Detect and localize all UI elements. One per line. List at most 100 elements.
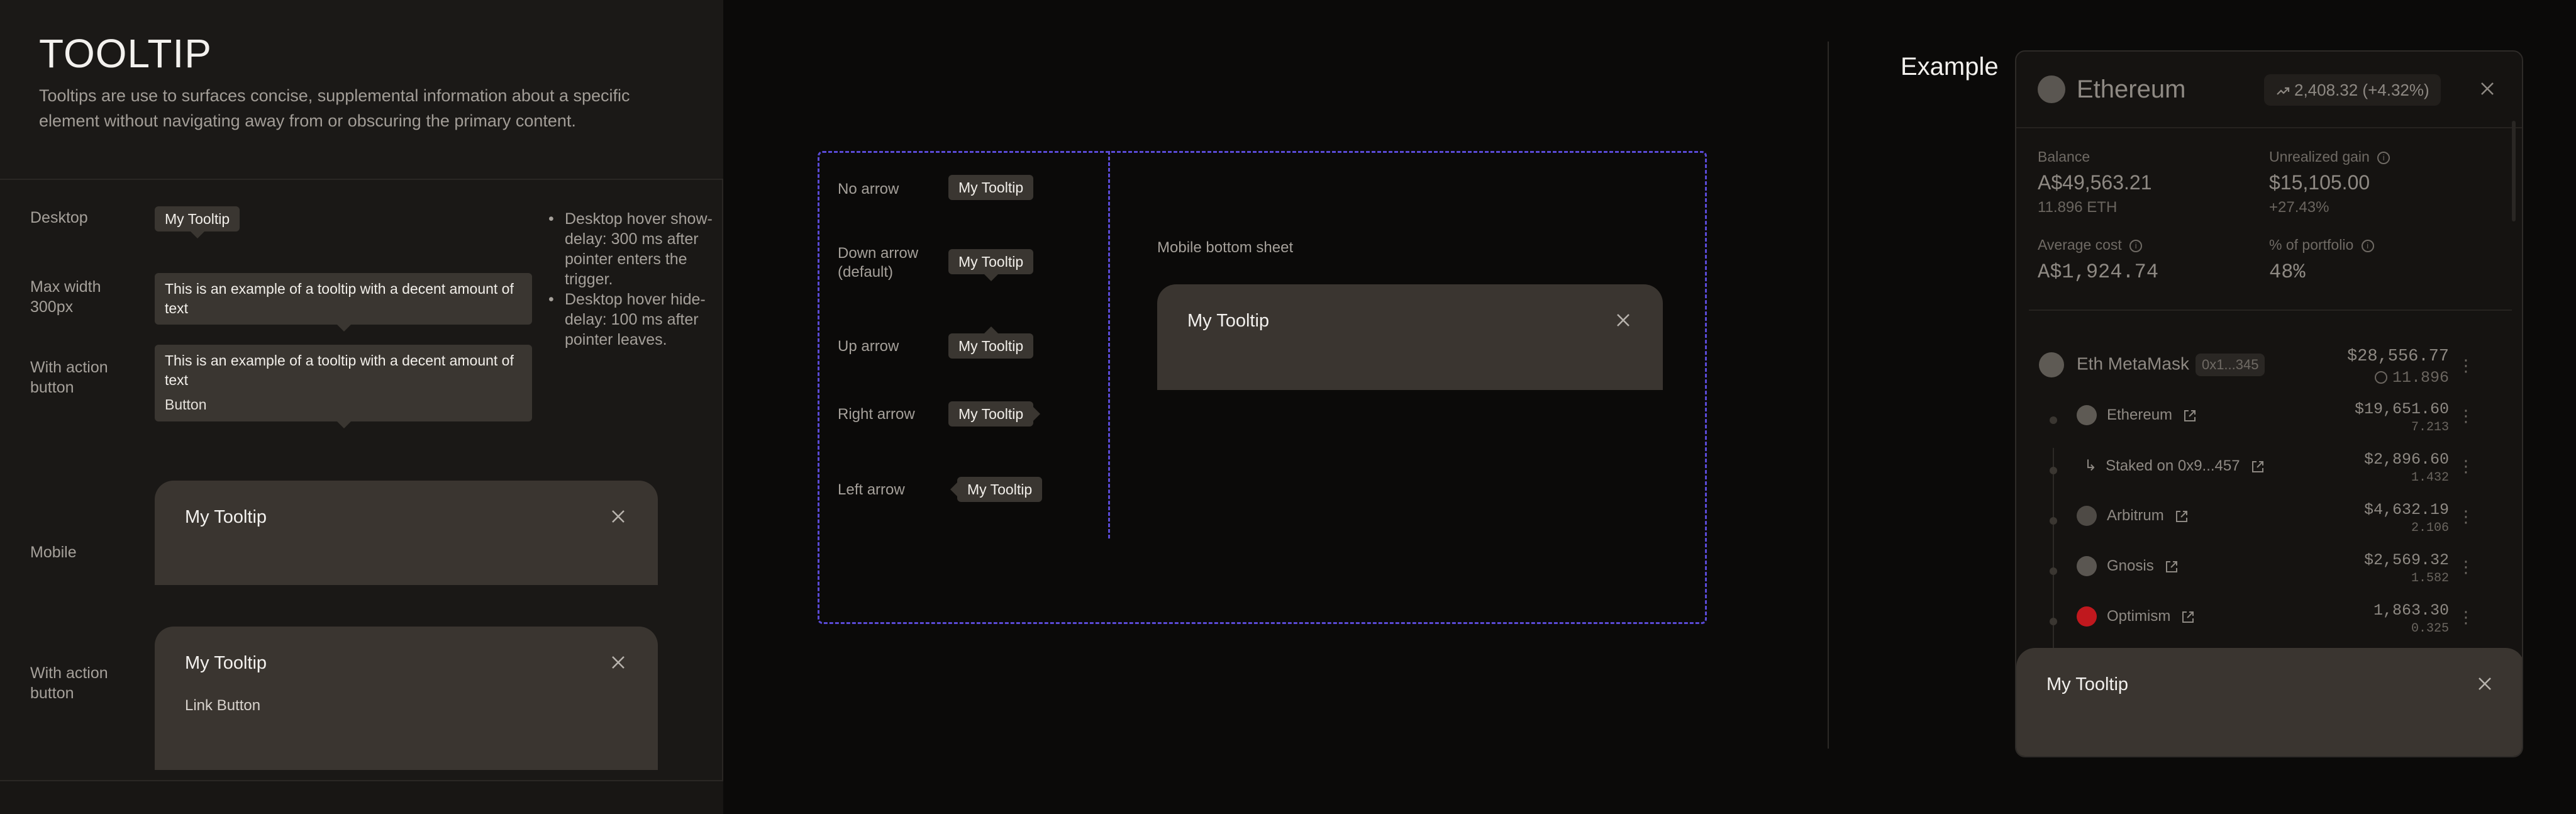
section-divider [1828, 42, 1829, 749]
action-tooltip-text: This is an example of a tooltip with a d… [165, 352, 514, 388]
price-change: 2,408.32 (+4.32%) [2294, 81, 2429, 99]
chain-value: $4,632.19 [2363, 501, 2449, 519]
scrollbar[interactable] [2512, 121, 2516, 221]
portfolio-value: 48% [2269, 260, 2306, 284]
chain-name: Optimism [2107, 608, 2196, 625]
close-icon[interactable] [609, 653, 628, 672]
portfolio-label: % of portfolio i [2269, 237, 2374, 254]
wallet-value: $28,556.77 [2346, 347, 2449, 366]
tree-dot [2050, 567, 2057, 575]
action-tooltip: This is an example of a tooltip with a d… [155, 345, 532, 428]
metamask-icon [2039, 352, 2064, 377]
ethereum-icon [2038, 75, 2065, 103]
tree-dot [2050, 467, 2057, 474]
asset-title: Ethereum [2077, 75, 2186, 103]
row-label-mobile: Mobile [30, 544, 77, 561]
more-icon[interactable]: ⋮ [2458, 356, 2474, 376]
desktop-tooltip: My Tooltip [155, 206, 240, 238]
balance-value: A$49,563.21 [2038, 171, 2152, 194]
tree-dot [2050, 517, 2057, 525]
tooltip-down-arrow: My Tooltip [948, 249, 1034, 281]
external-link-icon [2251, 460, 2263, 472]
more-icon[interactable]: ⋮ [2458, 557, 2474, 577]
chain-name: Gnosis [2107, 557, 2179, 575]
chain-value: 1,863.30 [2373, 601, 2449, 620]
avg-cost-label: Average cost i [2038, 237, 2143, 254]
chain-row[interactable]: ↳ Staked on 0x9...457 $2,896.60 1.432 ⋮ [2016, 448, 2522, 492]
chain-sub: 7.213 [2411, 420, 2449, 435]
more-icon[interactable]: ⋮ [2458, 406, 2474, 426]
tooltip-action-button[interactable]: Button [165, 395, 522, 415]
label-right-arrow: Right arrow [838, 406, 915, 423]
chain-value: $19,651.60 [2354, 400, 2449, 418]
clock-icon [2374, 371, 2387, 384]
info-icon: i [2361, 239, 2374, 252]
balance-label: Balance [2038, 148, 2090, 165]
price-change-badge: 2,408.32 (+4.32%) [2264, 74, 2441, 106]
unrealized-label: Unrealized gain i [2269, 148, 2390, 165]
row-label-max-width: Max width 300px [30, 278, 101, 316]
chain-row[interactable]: Arbitrum $4,632.19 2.106 ⋮ [2016, 498, 2522, 542]
external-link-icon [2182, 611, 2194, 623]
sheet-title: My Tooltip [2046, 674, 2129, 694]
chain-value: $2,569.32 [2363, 551, 2449, 569]
chain-row[interactable]: Gnosis $2,569.32 1.582 ⋮ [2016, 549, 2522, 593]
wallet-address: 0x1...345 [2195, 354, 2265, 376]
chain-sub: 0.325 [2411, 622, 2449, 636]
wallet-row[interactable]: Eth MetaMask 0x1...345 $28,556.77 11.896 … [2016, 346, 2522, 390]
trend-up-icon [2277, 87, 2290, 95]
delay-notes: Desktop hover show-delay: 300 ms after p… [546, 209, 716, 350]
example-bottom-sheet: My Tooltip [2016, 648, 2522, 756]
close-icon[interactable] [609, 507, 628, 526]
link-button[interactable]: Link Button [185, 697, 260, 715]
close-icon[interactable] [2478, 79, 2497, 98]
arbitrum-icon [2077, 506, 2097, 526]
tooltip-no-arrow: My Tooltip [948, 175, 1034, 200]
more-icon[interactable]: ⋮ [2458, 608, 2474, 627]
tooltip-up-arrow: My Tooltip [948, 326, 1034, 359]
chain-name: Ethereum [2107, 406, 2197, 424]
chain-row[interactable]: Optimism 1,863.30 0.325 ⋮ [2016, 599, 2522, 643]
info-icon: i [2377, 151, 2390, 164]
label-no-arrow: No arrow [838, 181, 899, 198]
ethereum-chain-icon [2077, 405, 2097, 425]
chain-sub: 1.432 [2411, 471, 2449, 485]
external-link-icon [2184, 410, 2196, 421]
chain-name: Arbitrum [2107, 507, 2189, 525]
more-icon[interactable]: ⋮ [2458, 507, 2474, 527]
wallet-name: Eth MetaMask 0x1...345 [2077, 354, 2265, 376]
chain-sub: 1.582 [2411, 571, 2449, 586]
label-up-arrow: Up arrow [838, 338, 899, 355]
avg-cost-value: A$1,924.74 [2038, 260, 2159, 284]
chain-row[interactable]: Ethereum $19,651.60 7.213 ⋮ [2016, 398, 2522, 442]
page-description: Tooltips are use to surfaces concise, su… [39, 86, 630, 130]
mobile-tooltip-sheet: My Tooltip [155, 481, 658, 585]
more-icon[interactable]: ⋮ [2458, 457, 2474, 476]
example-title: Example [1901, 53, 1999, 81]
max-width-tooltip: This is an example of a tooltip with a d… [155, 273, 532, 332]
example-phone: Ethereum 2,408.32 (+4.32%) Balance A$49,… [2015, 50, 2523, 757]
info-icon: i [2129, 239, 2143, 252]
balance-sub: 11.896 ETH [2038, 199, 2118, 216]
sheet-title: My Tooltip [1187, 311, 1270, 331]
note-item: Desktop hover hide-delay: 100 ms after p… [546, 289, 716, 350]
label-left-arrow: Left arrow [838, 481, 905, 498]
label-down-arrow: Down arrow (default) [838, 245, 919, 281]
close-icon[interactable] [2475, 674, 2494, 693]
tooltip-right-arrow: My Tooltip [948, 401, 1041, 427]
gnosis-icon [2077, 556, 2097, 576]
unrealized-sub: +27.43% [2269, 199, 2329, 216]
external-link-icon [2175, 510, 2187, 522]
sheet-title: My Tooltip [185, 507, 267, 527]
chain-name: ↳ Staked on 0x9...457 [2084, 457, 2265, 475]
tooltip-left-arrow: My Tooltip [950, 477, 1043, 502]
close-icon[interactable] [1614, 311, 1633, 330]
divider [2029, 309, 2512, 311]
tree-dot [2050, 618, 2057, 625]
frame-divider [1108, 151, 1110, 538]
mobile-action-tooltip-sheet: My Tooltip Link Button [155, 627, 658, 770]
row-label-desktop: Desktop [30, 209, 88, 226]
wallet-sub: 11.896 [2374, 369, 2449, 387]
note-item: Desktop hover show-delay: 300 ms after p… [546, 209, 716, 289]
tree-dot [2050, 416, 2057, 424]
